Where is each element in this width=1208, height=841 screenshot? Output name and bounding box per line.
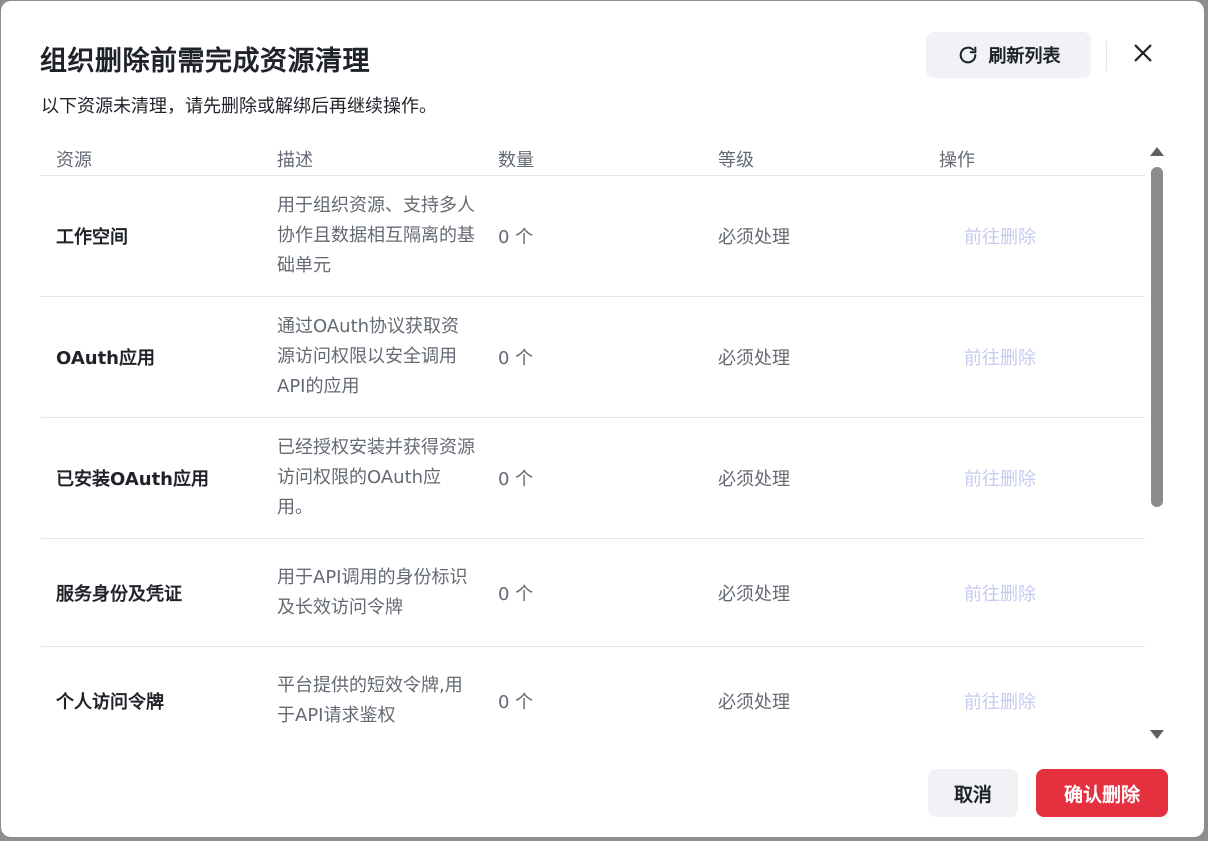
- column-header-description: 描述: [277, 150, 313, 171]
- refresh-list-button[interactable]: 刷新列表: [926, 32, 1091, 78]
- column-header-resource: 资源: [56, 150, 92, 171]
- header-divider: [1106, 41, 1107, 71]
- dialog-title: 组织删除前需完成资源清理: [40, 46, 370, 77]
- resource-level: 必须处理: [718, 691, 790, 713]
- go-delete-link[interactable]: 前往删除: [964, 176, 1114, 296]
- resource-description: 通过OAuth协议获取资源访问权限以安全调用API的应用: [277, 316, 460, 397]
- resource-count: 0 个: [498, 227, 534, 248]
- resource-name: 服务身份及凭证: [56, 583, 182, 605]
- scroll-up-arrow-icon[interactable]: [1150, 147, 1164, 156]
- resource-name: 已安装OAuth应用: [56, 469, 209, 490]
- column-header-action: 操作: [939, 150, 975, 171]
- table-row: 服务身份及凭证 用于API调用的身份标识及长效访问令牌 0 个 必须处理 前往删…: [41, 539, 1145, 647]
- resource-level: 必须处理: [718, 348, 790, 369]
- cancel-button[interactable]: 取消: [928, 769, 1018, 817]
- resource-description: 已经授权安装并获得资源访问权限的OAuth应用。: [277, 437, 475, 518]
- table-row: 工作空间 用于组织资源、支持多人协作且数据相互隔离的基础单元 0 个 必须处理 …: [41, 176, 1145, 297]
- go-delete-link[interactable]: 前往删除: [964, 539, 1114, 646]
- column-header-count: 数量: [498, 150, 534, 171]
- resource-name: OAuth应用: [56, 348, 155, 369]
- resource-count: 0 个: [498, 469, 534, 490]
- resource-count: 0 个: [498, 348, 534, 369]
- resource-table: 资源 描述 数量 等级 操作 工作空间 用于组织资源、支持多人协作且数据相互隔离…: [41, 141, 1145, 741]
- resource-count: 0 个: [498, 583, 534, 605]
- resource-description: 用于API调用的身份标识及长效访问令牌: [277, 566, 468, 618]
- resource-name: 工作空间: [56, 227, 128, 248]
- scrollbar-thumb[interactable]: [1151, 167, 1163, 507]
- resource-count: 0 个: [498, 691, 534, 713]
- resource-name: 个人访问令牌: [56, 691, 164, 713]
- refresh-list-label: 刷新列表: [988, 46, 1061, 67]
- resource-level: 必须处理: [718, 583, 790, 605]
- scroll-down-arrow-icon[interactable]: [1150, 730, 1164, 739]
- resource-level: 必须处理: [718, 227, 790, 248]
- table-header: 资源 描述 数量 等级 操作: [41, 141, 1145, 176]
- go-delete-link[interactable]: 前往删除: [964, 297, 1114, 417]
- table-row: 个人访问令牌 平台提供的短效令牌,用于API请求鉴权 0 个 必须处理 前往删除: [41, 647, 1145, 741]
- dialog-subtitle: 以下资源未清理，请先删除或解绑后再继续操作。: [41, 96, 437, 117]
- go-delete-link[interactable]: 前往删除: [964, 418, 1114, 538]
- column-header-level: 等级: [718, 150, 754, 171]
- table-row: 已安装OAuth应用 已经授权安装并获得资源访问权限的OAuth应用。 0 个 …: [41, 418, 1145, 539]
- confirm-delete-button[interactable]: 确认删除: [1036, 769, 1168, 817]
- resource-description: 平台提供的短效令牌,用于API请求鉴权: [277, 674, 463, 726]
- refresh-icon: [957, 44, 979, 66]
- table-row: OAuth应用 通过OAuth协议获取资源访问权限以安全调用API的应用 0 个…: [41, 297, 1145, 418]
- resource-description: 用于组织资源、支持多人协作且数据相互隔离的基础单元: [277, 195, 475, 276]
- close-icon: [1132, 42, 1154, 68]
- delete-org-dialog: 组织删除前需完成资源清理 以下资源未清理，请先删除或解绑后再继续操作。 刷新列表…: [1, 1, 1204, 837]
- resource-level: 必须处理: [718, 469, 790, 490]
- close-button[interactable]: [1127, 39, 1159, 71]
- go-delete-link[interactable]: 前往删除: [964, 647, 1114, 741]
